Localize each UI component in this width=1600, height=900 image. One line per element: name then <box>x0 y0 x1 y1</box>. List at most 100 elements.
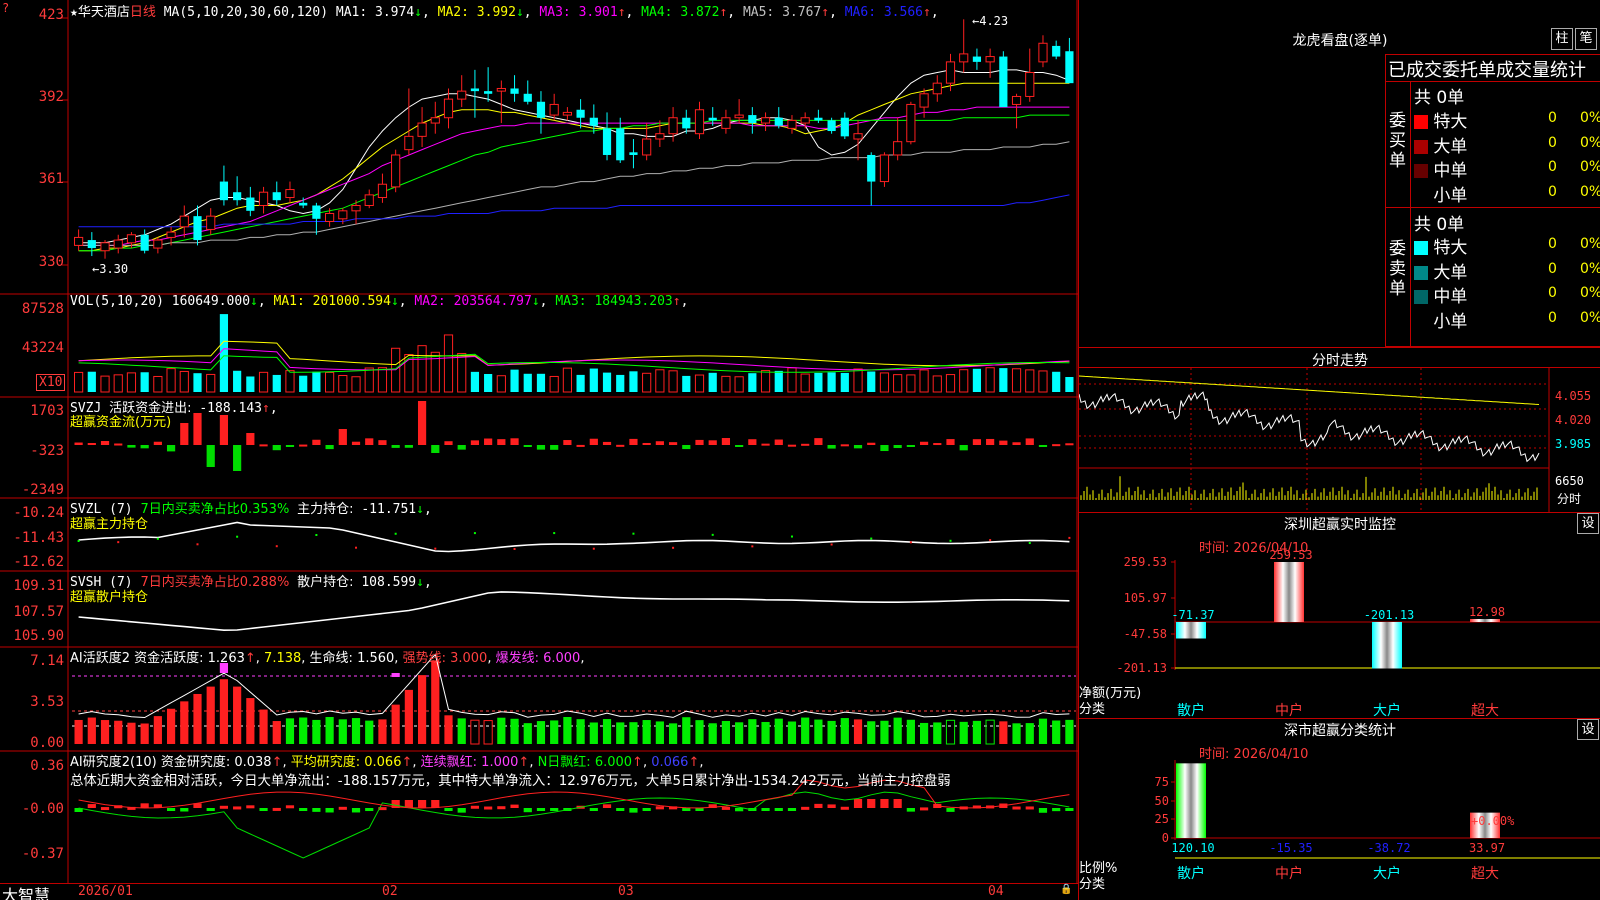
svzl-dot <box>870 537 873 540</box>
vol-bar <box>299 375 308 392</box>
ma-arrow: ↑ <box>617 5 626 20</box>
svzj-bar <box>404 445 413 448</box>
app-name: 大智慧 <box>2 886 51 900</box>
order-stats-tabs[interactable]: 已成交委托单成交量统计 <box>1388 56 1586 82</box>
svzj-bar <box>259 444 268 447</box>
ai-active-bar <box>933 722 942 744</box>
svzl-dot <box>77 540 80 542</box>
svzj-bar <box>510 438 519 445</box>
intraday-chart[interactable] <box>1079 368 1600 512</box>
ai-active-bar <box>417 675 427 744</box>
candle-body <box>748 115 757 124</box>
ai-active-bar <box>536 721 546 744</box>
vol-spec: VOL(5,10,20) <box>70 294 164 309</box>
svzj-bar <box>457 445 466 450</box>
intraday-ytick: 3.985 <box>1555 437 1592 451</box>
intraday-avg-line <box>1079 375 1540 405</box>
vol-ma-value: 184943.203 <box>594 294 673 309</box>
monitor-ytick: 105.97 <box>1124 591 1167 605</box>
svzj-bar <box>365 438 374 445</box>
candle-body <box>312 205 321 219</box>
svzj-bar <box>246 433 255 445</box>
svzj-bar <box>576 444 585 447</box>
buy-row-label: 中单 <box>1428 161 1468 181</box>
ai-research-bar <box>735 808 744 812</box>
sz-monitor-settings-button[interactable]: 设 <box>1577 513 1599 534</box>
sz-classify-extra: +0.00% <box>1471 814 1515 828</box>
candle-body <box>417 122 427 137</box>
monitor-value-label: 12.98 <box>1469 605 1505 619</box>
classify-value-label: -38.72 <box>1367 841 1410 855</box>
svsh-ytick: 107.57 <box>13 604 64 620</box>
vol-bar <box>853 368 863 393</box>
sz-monitor-xlabel: 分类 <box>1079 702 1106 717</box>
tick-view-button[interactable]: 笔 <box>1575 28 1597 50</box>
svzl-dot <box>156 537 159 540</box>
candle-body <box>233 192 242 201</box>
ai-active-bar <box>563 717 572 744</box>
ai-active-bar <box>616 722 625 744</box>
ma3-line <box>78 106 1070 246</box>
ai-research-bar <box>100 807 110 811</box>
buy-total: 共 0单 <box>1414 88 1465 108</box>
candle-body <box>589 117 598 126</box>
vol-bar <box>272 374 281 392</box>
classify-bar <box>1176 763 1206 838</box>
candle-body <box>721 117 731 129</box>
svzl-dot <box>236 535 239 538</box>
svzj-bar <box>206 445 215 467</box>
sep: , <box>699 755 704 770</box>
period-label[interactable]: 日线 <box>130 5 156 20</box>
candle-body <box>153 239 163 249</box>
ai-active-bar <box>431 660 440 744</box>
price-ytick: 392 <box>38 89 64 105</box>
vol-ma-arrow: ↑ <box>672 294 681 309</box>
vol-bar <box>364 367 374 393</box>
high-value: 4.23 <box>979 14 1009 28</box>
bar-view-button[interactable]: 柱 <box>1551 28 1573 50</box>
svzj-bar <box>325 445 334 450</box>
buy-color-swatch <box>1414 189 1428 203</box>
svzj-bar <box>642 442 651 445</box>
intraday-ytick: 4.055 <box>1555 389 1592 403</box>
star-icon[interactable]: ★ <box>70 5 78 20</box>
ai-active-bar <box>814 719 823 744</box>
kline-chart-area[interactable]: ? ★华天酒店日线 MA(5,10,20,30,60,120) MA1: 3.9… <box>0 0 1078 884</box>
ai-research-bar <box>351 808 361 813</box>
candle-body <box>1011 95 1022 105</box>
ai-active-bar <box>497 717 506 744</box>
vol-bar <box>694 374 705 393</box>
sell-row-pct: 0% <box>1580 236 1600 252</box>
svsh-line <box>78 591 1070 632</box>
ai-active-ytick: 0.00 <box>30 735 64 751</box>
vol-bar <box>589 368 598 392</box>
candle-body <box>959 53 969 63</box>
vol-bar <box>985 367 995 393</box>
sell-color-swatch <box>1414 315 1428 329</box>
ai-active-bar <box>655 721 664 744</box>
lock-icon[interactable]: 🔒 <box>1060 884 1072 895</box>
vol-bar <box>233 370 242 392</box>
ai-research-arrow: ↑ <box>632 755 643 770</box>
sz-classify-settings-button[interactable]: 设 <box>1577 719 1599 740</box>
svzj-bar <box>299 444 308 447</box>
ai-research-name: AI研究度2(10) <box>70 755 157 770</box>
vol-header: VOL(5,10,20) 160649.000 ↓, MA1: 201000.59… <box>70 294 689 309</box>
ma-spec: MA(5,10,20,30,60,120) <box>163 5 329 20</box>
sell-row-pct: 0% <box>1580 260 1600 277</box>
svzl-dot <box>830 543 833 546</box>
vol-bar <box>893 374 903 393</box>
classify-category: 超大 <box>1471 866 1499 882</box>
sell-order-label: 委卖单 <box>1389 239 1406 299</box>
ai-active-header: AI活跃度2 资金活跃度: 1.263↑, 7.138, 生命线: 1.560,… <box>70 647 584 666</box>
vol-bar <box>166 368 176 393</box>
vol-bar <box>787 367 797 393</box>
ai-research-bar <box>853 799 863 808</box>
vol-bar <box>549 375 559 393</box>
candle-body <box>800 117 810 124</box>
ai-active-bar <box>972 720 982 744</box>
buy-row-label: 小单 <box>1428 185 1468 206</box>
sz-monitor-title: 深圳超赢实时监控 <box>1284 517 1396 533</box>
ai-active-ytick: 7.14 <box>30 653 64 669</box>
monitor-ytick: 259.53 <box>1124 555 1167 569</box>
